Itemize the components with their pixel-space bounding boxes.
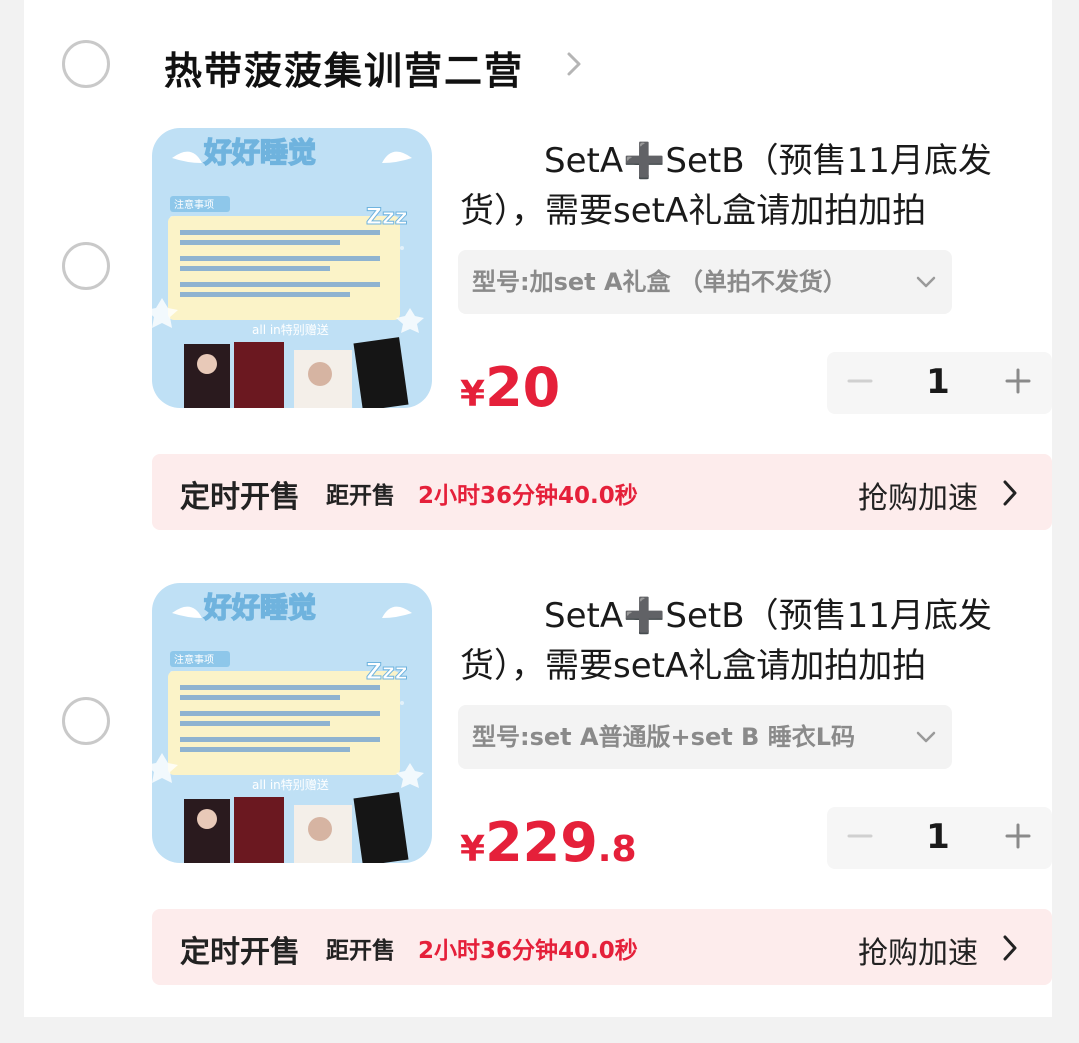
spec-label: 型号:set A普通版+set B 睡衣L码	[472, 723, 856, 751]
timed-sale-label: 定时开售	[180, 480, 300, 515]
sale-countdown: 2小时36分钟40.0秒	[418, 483, 638, 509]
plus-icon[interactable]	[1003, 366, 1033, 396]
currency-symbol: ¥	[460, 829, 486, 870]
product-thumbnail[interactable]: 好好睡觉 注意事项 Zzz all in特别赠送	[152, 128, 432, 408]
minus-icon[interactable]	[845, 821, 875, 851]
thumb-headline: 好好睡觉	[203, 591, 316, 624]
timed-sale-bar: 定时开售 距开售 2小时36分钟40.0秒 抢购加速	[152, 909, 1052, 985]
timed-sale-label: 定时开售	[180, 935, 300, 970]
product-image: 好好睡觉 注意事项 Zzz all in特别赠送	[152, 128, 432, 408]
chevron-right-icon[interactable]	[564, 44, 584, 84]
timed-sale-bar: 定时开售 距开售 2小时36分钟40.0秒 抢购加速	[152, 454, 1052, 530]
sale-countdown: 2小时36分钟40.0秒	[418, 938, 638, 964]
product-title[interactable]: SetA➕SetB（预售11月底发货），需要setA礼盒请加拍加拍	[460, 591, 1040, 691]
thumb-zzz: Zzz	[366, 205, 408, 230]
thumb-special: all in特别赠送	[252, 322, 329, 337]
thumb-zzz: Zzz	[366, 660, 408, 685]
quantity-value[interactable]: 1	[913, 817, 963, 857]
minus-icon[interactable]	[845, 366, 875, 396]
price-decimal: .8	[597, 829, 637, 870]
chevron-right-icon[interactable]	[1002, 933, 1018, 963]
chevron-down-icon	[916, 731, 936, 743]
quantity-stepper: 1	[827, 352, 1052, 414]
thumb-special: all in特别赠送	[252, 777, 329, 792]
price-integer: 20	[485, 356, 561, 419]
cart-card: 热带菠菠集训营二营 好好睡觉 注意事项 Zzz all in特别赠送 SetA➕…	[24, 0, 1052, 1017]
quantity-stepper: 1	[827, 807, 1052, 869]
spec-selector[interactable]: 型号:set A普通版+set B 睡衣L码	[458, 705, 952, 769]
thumb-notice-tag: 注意事项	[174, 653, 214, 666]
thumb-notice-tag: 注意事项	[174, 198, 214, 211]
sale-distance-label: 距开售	[326, 938, 395, 964]
product-image: 好好睡觉 注意事项 Zzz all in特别赠送	[152, 583, 432, 863]
product-title[interactable]: SetA➕SetB（预售11月底发货），需要setA礼盒请加拍加拍	[460, 136, 1040, 236]
thumb-headline: 好好睡觉	[203, 136, 316, 169]
shop-select-radio[interactable]	[62, 40, 110, 88]
price-integer: 229	[485, 811, 598, 874]
accelerate-button[interactable]: 抢购加速	[858, 928, 978, 972]
product-thumbnail[interactable]: 好好睡觉 注意事项 Zzz all in特别赠送	[152, 583, 432, 863]
plus-icon[interactable]	[1003, 821, 1033, 851]
item-select-radio[interactable]	[62, 242, 110, 290]
chevron-down-icon	[916, 276, 936, 288]
item-select-radio[interactable]	[62, 697, 110, 745]
chevron-right-icon[interactable]	[1002, 478, 1018, 508]
shop-name[interactable]: 热带菠菠集训营二营	[164, 40, 524, 95]
cart-item: 好好睡觉 注意事项 Zzz all in特别赠送 SetA➕SetB（预售11月…	[24, 128, 1052, 588]
accelerate-button[interactable]: 抢购加速	[858, 473, 978, 517]
spec-label: 型号:加set A礼盒 （单拍不发货）	[472, 268, 847, 296]
cart-item: 好好睡觉 注意事项 Zzz all in特别赠送 SetA➕SetB（预售11月…	[24, 583, 1052, 1043]
currency-symbol: ¥	[460, 374, 486, 415]
price: ¥229.8	[460, 811, 637, 874]
shop-header[interactable]: 热带菠菠集训营二营	[24, 0, 1052, 130]
quantity-value[interactable]: 1	[913, 362, 963, 402]
sale-distance-label: 距开售	[326, 483, 395, 509]
price: ¥20	[460, 356, 560, 419]
spec-selector[interactable]: 型号:加set A礼盒 （单拍不发货）	[458, 250, 952, 314]
